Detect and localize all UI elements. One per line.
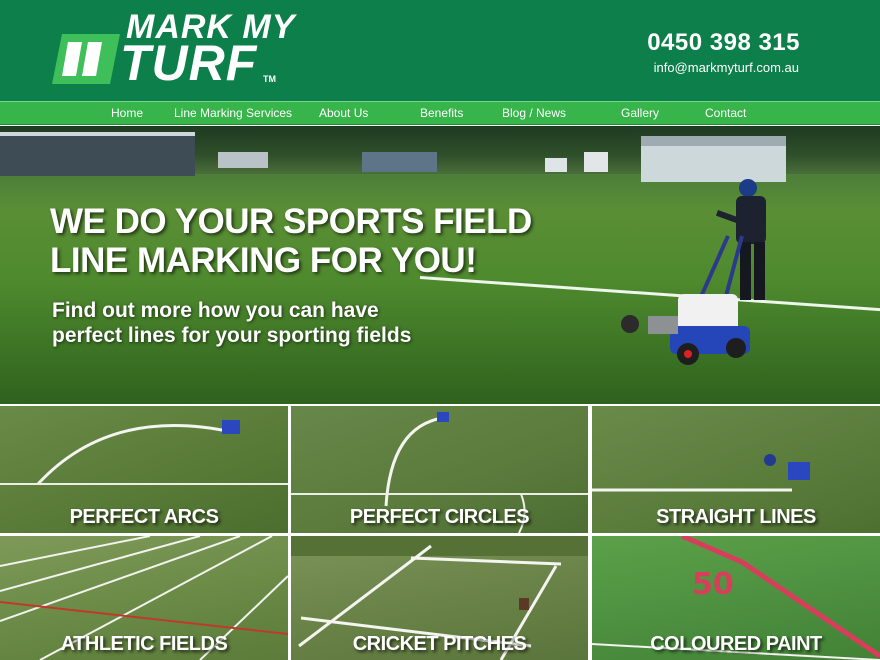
- hero-shed: [362, 152, 437, 172]
- nav-item-benefits[interactable]: Benefits: [420, 106, 463, 120]
- nav-item-about-us[interactable]: About Us: [319, 106, 368, 120]
- tile-label: ATHLETIC FIELDS: [60, 633, 228, 655]
- tile-perfect-arcs[interactable]: PERFECT ARCS: [0, 406, 288, 533]
- nav-item-contact[interactable]: Contact: [705, 106, 746, 120]
- nav-item-blog-news[interactable]: Blog / News: [502, 106, 566, 120]
- service-tiles: PERFECT ARCS PERFECT CIRCLES STRAIGHT LI…: [0, 404, 880, 660]
- tile-label: PERFECT CIRCLES: [349, 506, 530, 528]
- hero-title-line1: WE DO YOUR SPORTS FIELD: [50, 202, 532, 241]
- hero-subtitle-line2: perfect lines for your sporting fields: [52, 324, 412, 347]
- nav-item-home[interactable]: Home: [111, 106, 143, 120]
- logo-text-line2: TURF: [120, 35, 258, 91]
- tile-label: PERFECT ARCS: [69, 506, 219, 528]
- tile-label: COLOURED PAINT: [650, 633, 822, 655]
- tile-label: STRAIGHT LINES: [656, 506, 816, 528]
- tile-label: CRICKET PITCHES: [352, 633, 527, 655]
- hero-subtitle: Find out more how you can have perfect l…: [52, 298, 411, 348]
- hero-title-line2: LINE MARKING FOR YOU!: [50, 241, 477, 280]
- main-nav: Home Line Marking Services About Us Bene…: [0, 101, 880, 125]
- phone-number[interactable]: 0450 398 315: [647, 29, 800, 57]
- hero-title: WE DO YOUR SPORTS FIELD LINE MARKING FOR…: [50, 202, 532, 280]
- hero-shed-small: [584, 152, 608, 172]
- line-marking-machine-illustration: [621, 179, 766, 365]
- tile-cricket-pitches[interactable]: CRICKET PITCHES: [291, 536, 588, 660]
- nav-item-gallery[interactable]: Gallery: [621, 106, 659, 120]
- email-link[interactable]: info@markmyturf.com.au: [654, 60, 799, 75]
- site-header: MARK MY TURF TM 0450 398 315 info@markmy…: [0, 0, 880, 101]
- hero-subtitle-line1: Find out more how you can have: [52, 299, 379, 322]
- hero-building: [218, 152, 268, 168]
- svg-text:50: 50: [692, 567, 734, 602]
- logo-trademark: TM: [263, 74, 276, 84]
- logo-mark-icon: [52, 34, 120, 84]
- hero-shed-small: [545, 158, 567, 172]
- hero-grandstand: [0, 132, 195, 176]
- logo[interactable]: MARK MY TURF TM: [48, 10, 308, 88]
- tile-coloured-paint[interactable]: 50 COLOURED PAINT: [592, 536, 880, 660]
- nav-item-line-marking-services[interactable]: Line Marking Services: [174, 106, 292, 120]
- tile-straight-lines[interactable]: STRAIGHT LINES: [592, 406, 880, 533]
- tile-athletic-fields[interactable]: ATHLETIC FIELDS: [0, 536, 288, 660]
- hero-banner[interactable]: WE DO YOUR SPORTS FIELD LINE MARKING FOR…: [0, 126, 880, 404]
- tile-perfect-circles[interactable]: PERFECT CIRCLES: [291, 406, 588, 533]
